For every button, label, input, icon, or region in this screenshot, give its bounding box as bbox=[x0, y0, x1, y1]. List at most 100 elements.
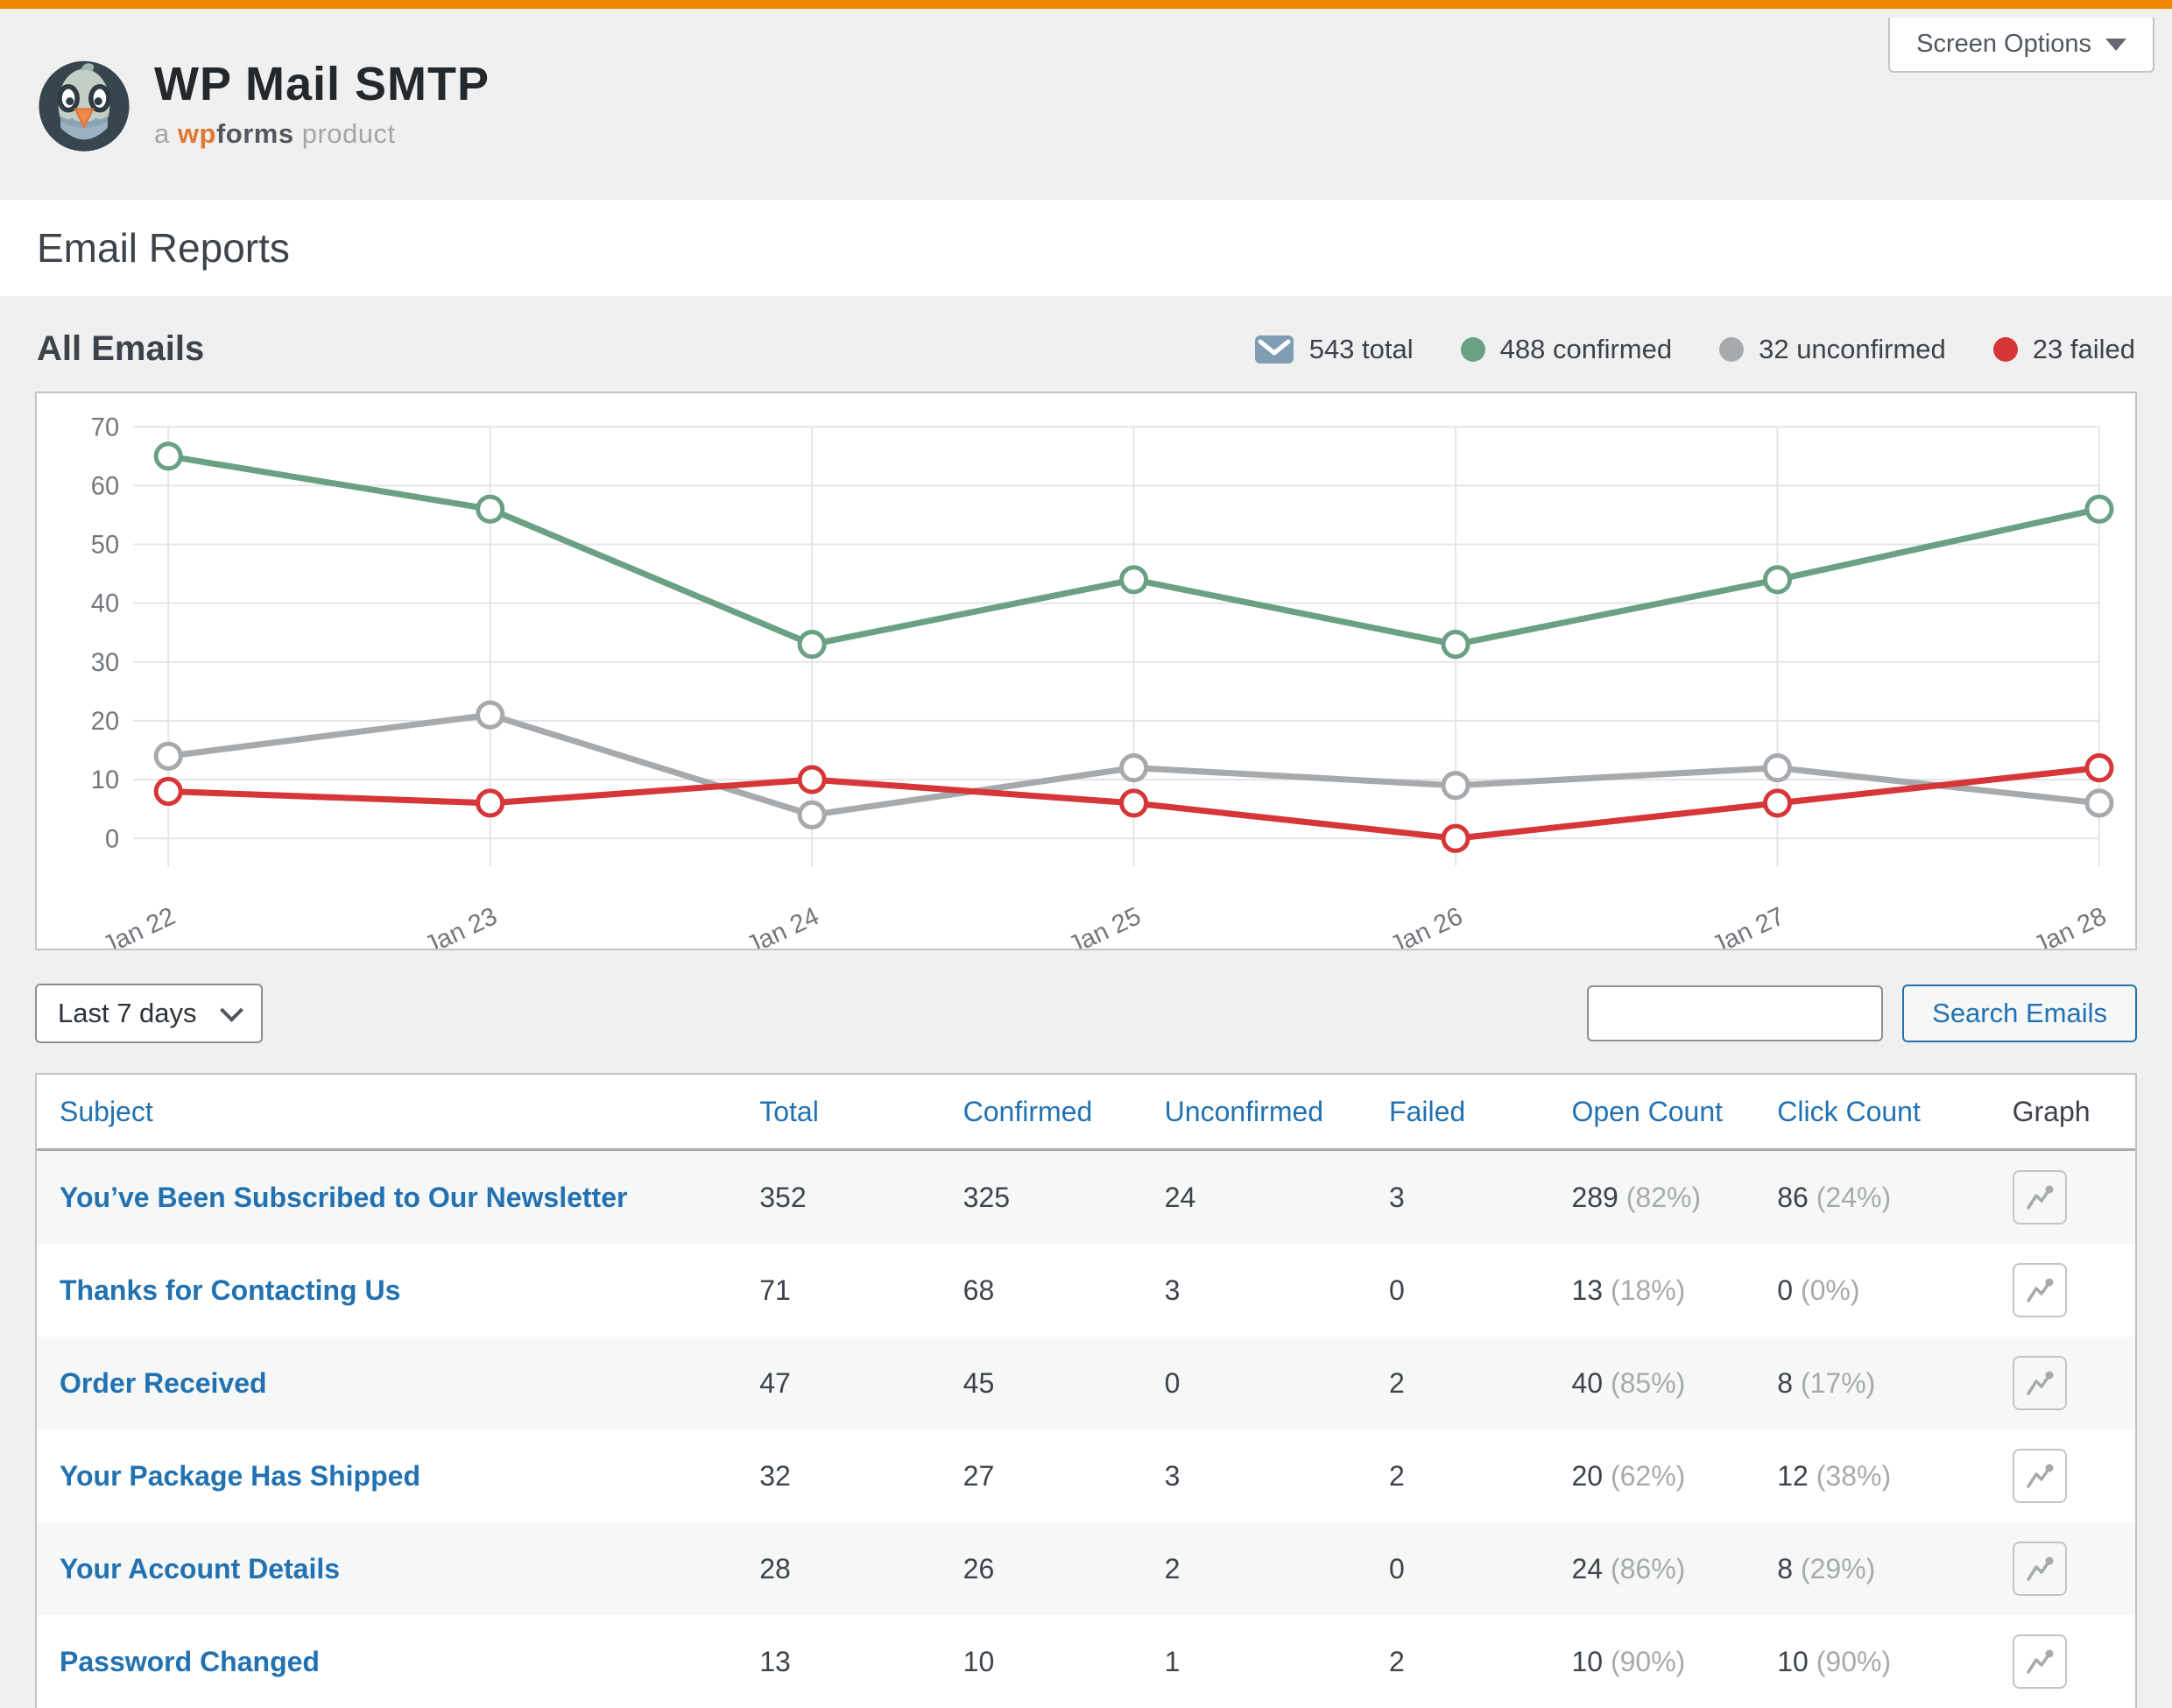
open-count-cell: 10 (90%) bbox=[1570, 1615, 1776, 1708]
legend-label-unconfirmed: 32 unconfirmed bbox=[1759, 334, 1946, 365]
all-emails-chart-card: 010203040506070Jan 22Jan 23Jan 24Jan 25J… bbox=[35, 392, 2137, 950]
column-header-confirmed[interactable]: Confirmed bbox=[963, 1075, 1164, 1150]
email-reports-table: Subject Total Confirmed Unconfirmed Failed Op… bbox=[37, 1075, 2135, 1708]
column-header-subject[interactable]: Subject bbox=[37, 1075, 758, 1150]
series-confirmed-marker bbox=[1443, 632, 1468, 657]
confirmed-cell: 26 bbox=[963, 1522, 1164, 1615]
sort-link-total[interactable]: Total bbox=[759, 1096, 819, 1127]
legend-item-total: 543 total bbox=[1254, 334, 1414, 365]
series-unconfirmed-marker bbox=[800, 802, 824, 827]
column-header-total[interactable]: Total bbox=[758, 1075, 962, 1150]
screen-options-button[interactable]: Screen Options bbox=[1888, 18, 2154, 73]
row-graph-button[interactable] bbox=[2013, 1634, 2067, 1689]
subject-link[interactable]: Password Changed bbox=[60, 1646, 320, 1677]
subject-link[interactable]: Your Package Has Shipped bbox=[60, 1460, 420, 1492]
subject-cell: Password Changed bbox=[37, 1615, 758, 1708]
mini-line-chart-icon bbox=[2025, 1368, 2055, 1398]
unconfirmed-cell: 0 bbox=[1164, 1337, 1388, 1429]
series-confirmed-marker bbox=[478, 497, 503, 521]
total-cell: 352 bbox=[758, 1150, 962, 1245]
failed-cell: 3 bbox=[1388, 1150, 1570, 1245]
mini-line-chart-icon bbox=[2025, 1275, 2055, 1305]
chevron-down-icon bbox=[220, 999, 243, 1022]
legend-label-total: 543 total bbox=[1309, 334, 1414, 365]
sort-link-unconfirmed[interactable]: Unconfirmed bbox=[1165, 1096, 1323, 1127]
y-axis-tick-label: 70 bbox=[91, 413, 119, 441]
open-count-cell: 40 (85%) bbox=[1570, 1337, 1776, 1429]
legend-label-failed: 23 failed bbox=[2033, 334, 2135, 365]
total-cell: 32 bbox=[758, 1429, 962, 1522]
all-emails-title: All Emails bbox=[37, 329, 204, 369]
all-emails-section-head: All Emails 543 total 488 confirmed 32 un… bbox=[0, 296, 2172, 392]
screen-options-label: Screen Options bbox=[1916, 30, 2091, 59]
sort-link-subject[interactable]: Subject bbox=[60, 1096, 153, 1127]
row-graph-button[interactable] bbox=[2013, 1170, 2067, 1225]
click-count-cell: 8 (29%) bbox=[1776, 1522, 2011, 1615]
sort-link-open-count[interactable]: Open Count bbox=[1571, 1096, 1723, 1127]
subject-cell: You’ve Been Subscribed to Our Newsletter bbox=[37, 1150, 758, 1245]
graph-cell bbox=[2012, 1429, 2135, 1522]
y-axis-tick-label: 0 bbox=[105, 825, 119, 853]
total-cell: 71 bbox=[758, 1244, 962, 1337]
click-count-cell: 12 (38%) bbox=[1776, 1429, 2011, 1522]
x-axis-tick-label: Jan 27 bbox=[1708, 902, 1789, 949]
mini-line-chart-icon bbox=[2025, 1182, 2055, 1212]
graph-cell bbox=[2012, 1615, 2135, 1708]
sort-link-confirmed[interactable]: Confirmed bbox=[963, 1096, 1093, 1127]
y-axis-tick-label: 10 bbox=[91, 766, 119, 794]
row-graph-button[interactable] bbox=[2013, 1263, 2067, 1317]
search-input[interactable] bbox=[1587, 985, 1883, 1041]
series-failed-marker bbox=[478, 791, 503, 815]
row-graph-button[interactable] bbox=[2013, 1356, 2067, 1410]
y-axis-tick-label: 30 bbox=[91, 649, 119, 677]
column-header-open-count[interactable]: Open Count bbox=[1570, 1075, 1776, 1150]
series-failed-marker bbox=[2087, 756, 2112, 780]
column-header-failed[interactable]: Failed bbox=[1388, 1075, 1570, 1150]
series-failed-marker bbox=[156, 779, 180, 803]
unconfirmed-cell: 3 bbox=[1164, 1429, 1388, 1522]
subject-link[interactable]: Your Account Details bbox=[60, 1553, 340, 1584]
series-unconfirmed-marker bbox=[478, 702, 503, 727]
envelope-icon bbox=[1254, 335, 1294, 364]
app-tagline: a wpforms product bbox=[154, 118, 490, 150]
subject-link[interactable]: You’ve Been Subscribed to Our Newsletter bbox=[60, 1182, 627, 1213]
x-axis-tick-label: Jan 24 bbox=[743, 902, 824, 949]
series-confirmed-marker bbox=[1122, 568, 1146, 592]
date-range-select[interactable]: Last 7 days bbox=[35, 984, 263, 1043]
legend-item-failed: 23 failed bbox=[1993, 334, 2135, 365]
column-header-unconfirmed[interactable]: Unconfirmed bbox=[1164, 1075, 1388, 1150]
app-header: WP Mail SMTP a wpforms product Screen Op… bbox=[0, 9, 2172, 200]
open-count-cell: 13 (18%) bbox=[1570, 1244, 1776, 1337]
column-header-click-count[interactable]: Click Count bbox=[1776, 1075, 2011, 1150]
legend-item-unconfirmed: 32 unconfirmed bbox=[1719, 334, 1946, 365]
subject-link[interactable]: Thanks for Contacting Us bbox=[60, 1274, 400, 1306]
search-emails-button[interactable]: Search Emails bbox=[1902, 985, 2137, 1042]
subject-cell: Your Package Has Shipped bbox=[37, 1429, 758, 1522]
x-axis-tick-label: Jan 25 bbox=[1064, 902, 1146, 949]
table-row: Order Received47450240 (85%)8 (17%) bbox=[37, 1337, 2135, 1429]
unconfirmed-cell: 3 bbox=[1164, 1244, 1388, 1337]
total-cell: 13 bbox=[758, 1615, 962, 1708]
mini-line-chart-icon bbox=[2025, 1554, 2055, 1584]
sort-link-failed[interactable]: Failed bbox=[1389, 1096, 1465, 1127]
series-unconfirmed-marker bbox=[2087, 791, 2112, 815]
subject-cell: Order Received bbox=[37, 1337, 758, 1429]
sort-link-click-count[interactable]: Click Count bbox=[1777, 1096, 1921, 1127]
y-axis-tick-label: 50 bbox=[91, 532, 119, 560]
graph-cell bbox=[2012, 1150, 2135, 1245]
unconfirmed-cell: 1 bbox=[1164, 1615, 1388, 1708]
y-axis-tick-label: 60 bbox=[91, 472, 119, 500]
top-accent-bar bbox=[0, 0, 2172, 9]
total-cell: 28 bbox=[758, 1522, 962, 1615]
failed-cell: 2 bbox=[1388, 1429, 1570, 1522]
page-title: Email Reports bbox=[37, 224, 2135, 272]
subject-link[interactable]: Order Received bbox=[60, 1367, 267, 1399]
graph-cell bbox=[2012, 1522, 2135, 1615]
app-title: WP Mail SMTP bbox=[154, 59, 490, 110]
row-graph-button[interactable] bbox=[2013, 1542, 2067, 1596]
x-axis-tick-label: Jan 23 bbox=[420, 902, 502, 949]
row-graph-button[interactable] bbox=[2013, 1449, 2067, 1503]
table-row: You’ve Been Subscribed to Our Newsletter… bbox=[37, 1150, 2135, 1245]
email-reports-table-card: Subject Total Confirmed Unconfirmed Failed Op… bbox=[35, 1073, 2137, 1708]
date-range-value: Last 7 days bbox=[58, 998, 197, 1029]
